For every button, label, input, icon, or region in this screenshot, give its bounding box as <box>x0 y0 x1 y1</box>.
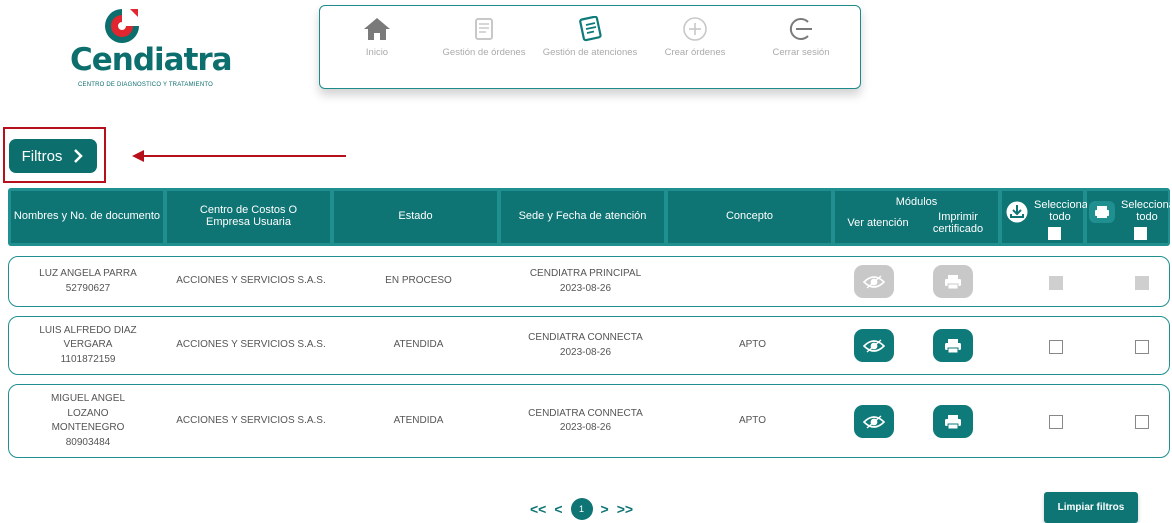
orders-icon <box>475 18 493 40</box>
printer-icon <box>945 274 961 289</box>
header-site-date: Sede y Fecha de atención <box>501 191 664 243</box>
filters-label: Filtros <box>21 147 63 165</box>
row-cost-center: ACCIONES Y SERVICIOS S.A.S. <box>176 414 326 426</box>
row-status: EN PROCESO <box>385 275 452 287</box>
row-status: ATENDIDA <box>393 339 444 351</box>
logout-icon <box>789 18 812 40</box>
nav-label: Crear órdenes <box>664 47 726 58</box>
row-download-checkbox[interactable] <box>1049 276 1063 290</box>
header-select-download: Selecciona todo <box>1002 191 1088 243</box>
header-modules: Módulos Ver atención Imprimir certificad… <box>835 191 998 243</box>
nav-item-gestion-atenciones[interactable]: Gestión de atenciones <box>540 16 640 58</box>
row-print-checkbox[interactable] <box>1135 340 1149 354</box>
header-select-all-print: Selecciona todo <box>1121 199 1172 223</box>
eye-icon <box>863 274 885 289</box>
eye-icon <box>863 414 885 429</box>
view-attention-button[interactable] <box>854 329 894 362</box>
current-page[interactable]: 1 <box>570 498 593 520</box>
header-modules-title: Módulos <box>895 196 938 208</box>
header-status: Estado <box>334 191 497 243</box>
chevron-right-icon <box>74 149 84 163</box>
header-name: Nombres y No. de documento <box>11 191 163 243</box>
pagination: << < 1 > >> <box>530 498 633 520</box>
print-certificate-button[interactable] <box>933 265 973 298</box>
next-page-button[interactable]: > <box>601 501 609 517</box>
row-download-checkbox[interactable] <box>1049 340 1063 354</box>
nav-item-gestion-ordenes[interactable]: Gestión de órdenes <box>434 16 534 58</box>
row-cost-center: ACCIONES Y SERVICIOS S.A.S. <box>176 339 326 351</box>
plus-circle-icon <box>683 17 707 41</box>
first-page-button[interactable]: << <box>530 501 546 517</box>
row-site-date: CENDIATRA CONNECTA 2023-08-26 <box>528 407 643 434</box>
row-print-checkbox[interactable] <box>1135 276 1149 290</box>
table-row: LUZ ANGELA PARRA 52790627 ACCIONES Y SERV… <box>8 256 1170 307</box>
row-concept: APTO <box>738 414 767 426</box>
nav-label: Gestión de órdenes <box>442 47 526 58</box>
header-select-all-download: Selecciona todo <box>1034 199 1088 223</box>
select-all-print-checkbox[interactable] <box>1134 227 1147 240</box>
brand-name: Cendiatra <box>70 42 233 78</box>
row-site-date: CENDIATRA CONNECTA 2023-08-26 <box>528 332 643 358</box>
filters-button[interactable]: Filtros <box>9 139 97 173</box>
nav-label: Gestión de atenciones <box>542 47 638 58</box>
home-icon <box>364 18 390 40</box>
row-cost-center: ACCIONES Y SERVICIOS S.A.S. <box>176 275 326 287</box>
brand-logo: Cendiatra CENTRO DE DIAGNOSTICO Y TRATAM… <box>70 6 240 90</box>
select-all-download-checkbox[interactable] <box>1048 227 1061 240</box>
top-navigation: Inicio Gestión de órdenes Gestión de ate… <box>319 5 861 89</box>
last-page-button[interactable]: >> <box>617 501 633 517</box>
clear-filters-button[interactable]: Limpiar filtros <box>1044 492 1138 523</box>
brand-tagline: CENTRO DE DIAGNOSTICO Y TRATAMIENTO <box>78 82 214 88</box>
cendiatra-logo-icon <box>105 9 139 43</box>
table-header: Nombres y No. de documento Centro de Cos… <box>8 188 1172 246</box>
row-print-checkbox[interactable] <box>1135 415 1149 429</box>
header-concept: Concepto <box>668 191 831 243</box>
view-attention-button[interactable] <box>854 265 894 298</box>
print-certificate-button[interactable] <box>933 405 973 438</box>
row-site-date: CENDIATRA PRINCIPAL 2023-08-26 <box>529 268 642 294</box>
prev-page-button[interactable]: < <box>554 501 562 517</box>
header-cost-center: Centro de Costos O Empresa Usuaria <box>167 191 330 243</box>
row-download-checkbox[interactable] <box>1049 415 1063 429</box>
nav-label: Inicio <box>365 47 389 58</box>
download-icon <box>1006 201 1028 223</box>
nav-label: Cerrar sesión <box>772 47 830 58</box>
table-row: LUIS ALFREDO DIAZ VERGARA 1101872159 ACCIO… <box>8 316 1170 375</box>
print-certificate-button[interactable] <box>933 329 973 362</box>
nav-item-inicio[interactable]: Inicio <box>327 16 427 58</box>
row-name: LUZ ANGELA PARRA 52790627 <box>39 268 137 294</box>
header-print: Imprimir certificado <box>932 211 984 235</box>
annotation-arrow-line <box>140 155 346 157</box>
printer-icon <box>945 414 961 429</box>
header-select-print: Selecciona todo <box>1087 191 1172 243</box>
attention-list-icon <box>579 16 602 42</box>
row-concept: APTO <box>738 339 767 351</box>
row-status: ATENDIDA <box>393 414 444 426</box>
table-row: MIGUEL ANGEL LOZANO MONTENEGRO 80903484 ACC… <box>8 384 1170 458</box>
row-name: MIGUEL ANGEL LOZANO MONTENEGRO 80903484 <box>50 393 126 448</box>
row-name: LUIS ALFREDO DIAZ VERGARA 1101872159 <box>39 324 137 365</box>
eye-icon <box>863 338 885 353</box>
view-attention-button[interactable] <box>854 405 894 438</box>
nav-item-crear-ordenes[interactable]: Crear órdenes <box>645 16 745 58</box>
row-concept <box>669 257 836 306</box>
nav-item-cerrar-sesion[interactable]: Cerrar sesión <box>751 16 851 58</box>
header-view: Ver atención <box>847 217 909 229</box>
printer-icon <box>1089 201 1115 223</box>
printer-icon <box>945 338 961 353</box>
